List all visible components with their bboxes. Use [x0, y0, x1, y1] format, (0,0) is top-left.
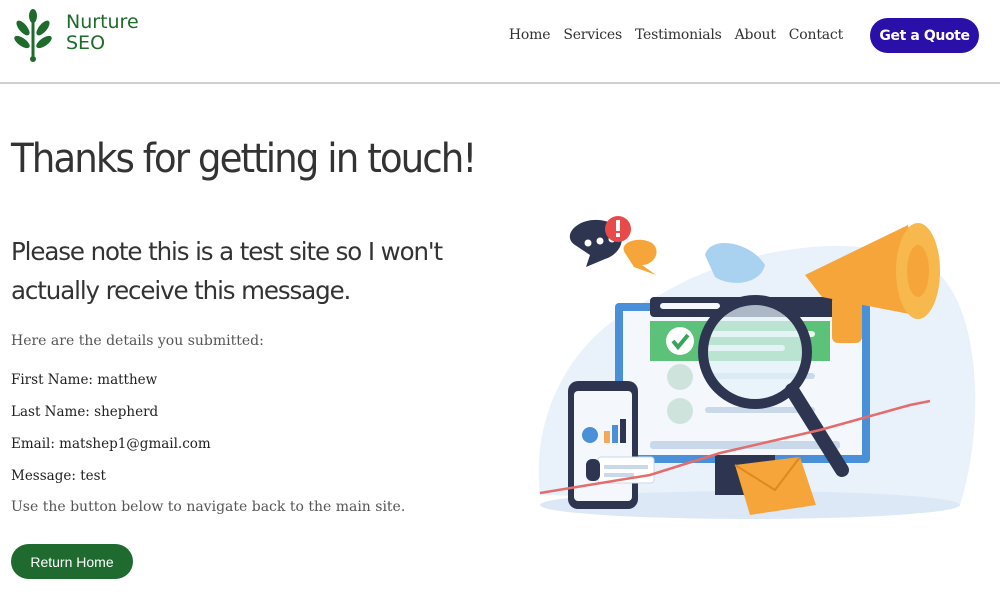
brand-logo[interactable]: Nurture SEO — [12, 8, 162, 64]
nav-home[interactable]: Home — [509, 27, 551, 43]
field-last-name: Last Name: shepherd — [11, 404, 159, 420]
field-message: Message: test — [11, 468, 106, 484]
get-a-quote-button[interactable]: Get a Quote — [870, 18, 979, 53]
brand-name: Nurture SEO — [66, 12, 139, 54]
brand-line1: Nurture — [66, 11, 139, 33]
nav-services[interactable]: Services — [563, 27, 622, 43]
submitted-details-intro: Here are the details you submitted: — [11, 333, 264, 349]
page-title: Thanks for getting in touch! — [11, 136, 477, 182]
brand-line2: SEO — [66, 32, 106, 54]
page-subtitle: Please note this is a test site so I won… — [11, 237, 443, 305]
return-home-button[interactable]: Return Home — [11, 544, 133, 579]
navigate-note: Use the button below to navigate back to… — [11, 499, 406, 515]
nav-contact[interactable]: Contact — [789, 27, 843, 43]
sprout-logo-icon — [14, 9, 52, 62]
submitted-details-list: First Name: matthew Last Name: shepherd … — [11, 370, 211, 498]
main-nav: Home Services Testimonials About Contact — [509, 27, 843, 43]
field-email: Email: matshep1@gmail.com — [11, 436, 211, 452]
nav-testimonials[interactable]: Testimonials — [635, 27, 722, 43]
field-first-name: First Name: matthew — [11, 372, 158, 388]
nav-about[interactable]: About — [735, 27, 776, 43]
site-header: Nurture SEO Home Services Testimonials A… — [0, 0, 1000, 84]
seo-illustration — [538, 216, 976, 519]
